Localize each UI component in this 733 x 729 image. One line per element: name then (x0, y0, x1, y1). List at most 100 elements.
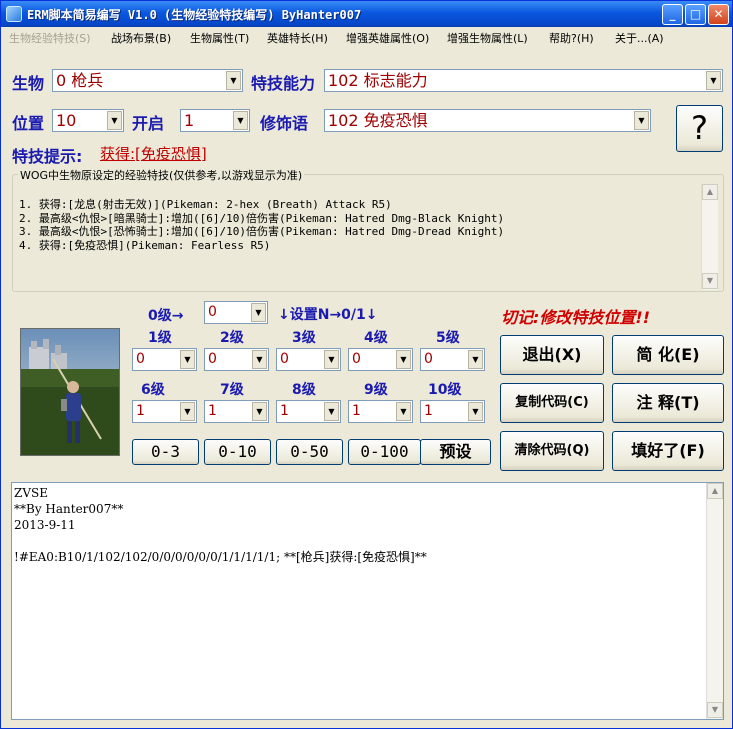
maximize-button[interactable]: □ (685, 4, 706, 25)
info-scrollbar[interactable]: ▲ ▼ (701, 184, 718, 290)
close-button[interactable]: ✕ (708, 4, 729, 25)
chevron-down-icon[interactable]: ▼ (252, 350, 267, 369)
level-label: 7级 (220, 382, 244, 398)
ability-select[interactable]: 102 标志能力 ▼ (324, 69, 723, 92)
enable-label: 开启 (132, 114, 165, 133)
info-line: 3. 最高级<仇恨>[恐怖骑士]:增加([6]/10)倍伤害(Pikeman: … (19, 225, 505, 238)
exit-button[interactable]: 退出(X) (500, 335, 604, 375)
level-select[interactable]: 0 ▼ (132, 348, 197, 371)
chevron-down-icon[interactable]: ▼ (468, 350, 483, 369)
chevron-down-icon[interactable]: ▼ (324, 350, 339, 369)
level-value: 1 (136, 403, 145, 419)
creature-value: 0 枪兵 (56, 71, 104, 90)
level-select[interactable]: 1 ▼ (420, 400, 485, 423)
chevron-down-icon[interactable]: ▼ (396, 402, 411, 421)
preset-0-50-button[interactable]: 0-50 (276, 439, 343, 465)
preset-default-button[interactable]: 预设 (420, 439, 491, 465)
level-select[interactable]: 0 ▼ (348, 348, 413, 371)
code-line: 2013-9-11 (14, 518, 76, 532)
menu-item-about[interactable]: 关于...(A) (615, 30, 664, 46)
menu-item-enhance-hero[interactable]: 增强英雄属性(O) (346, 30, 429, 46)
chevron-down-icon[interactable]: ▼ (324, 402, 339, 421)
app-window: ERM脚本简易编写 V1.0 (生物经验特技编写) ByHanter007 _ … (0, 0, 733, 729)
hint-label: 特技提示: (12, 147, 83, 166)
code-line: !#EA0:B10/1/102/102/0/0/0/0/0/0/1/1/1/1/… (14, 550, 427, 564)
level-label: 10级 (428, 382, 462, 398)
chevron-down-icon[interactable]: ▼ (252, 402, 267, 421)
title-bar[interactable]: ERM脚本简易编写 V1.0 (生物经验特技编写) ByHanter007 _ … (1, 1, 732, 27)
menu-item-battlefield[interactable]: 战场布景(B) (111, 30, 171, 46)
menu-item-hero-specialty[interactable]: 英雄特长(H) (267, 30, 328, 46)
level-select[interactable]: 1 ▼ (348, 400, 413, 423)
level-select[interactable]: 0 ▼ (420, 348, 485, 371)
creature-select[interactable]: 0 枪兵 ▼ (52, 69, 243, 92)
code-line: **By Hanter007** (14, 502, 124, 516)
done-button[interactable]: 填好了(F) (612, 431, 724, 471)
menu-item-enhance-creature[interactable]: 增强生物属性(L) (447, 30, 528, 46)
enable-select[interactable]: 1 ▼ (180, 109, 250, 132)
simplify-button[interactable]: 简 化(E) (612, 335, 724, 375)
menu-item-exp-skill[interactable]: 生物经验特技(S) (9, 30, 91, 46)
modifier-value: 102 免疫恐惧 (328, 111, 428, 130)
help-button[interactable]: ? (676, 105, 723, 152)
level-label: 1级 (148, 330, 172, 346)
minimize-button[interactable]: _ (662, 4, 683, 25)
warning-note: 切记:修改特技位置!! (501, 308, 650, 327)
chevron-down-icon[interactable]: ▼ (233, 111, 248, 130)
modifier-select[interactable]: 102 免疫恐惧 ▼ (324, 109, 651, 132)
level-label: 6级 (141, 382, 165, 398)
level-value: 0 (424, 351, 433, 367)
level0-value: 0 (208, 304, 217, 320)
chevron-down-icon[interactable]: ▼ (634, 111, 649, 130)
info-text[interactable]: 1. 获得:[龙息(射击无效)](Pikeman: 2-hex (Breath)… (16, 184, 718, 289)
chevron-down-icon[interactable]: ▼ (251, 303, 266, 322)
code-scrollbar[interactable]: ▲ ▼ (706, 483, 723, 719)
scroll-up-icon[interactable]: ▲ (707, 483, 723, 499)
copy-code-button[interactable]: 复制代码(C) (500, 383, 604, 423)
level-label: 9级 (364, 382, 388, 398)
chevron-down-icon[interactable]: ▼ (107, 111, 122, 130)
level0-select[interactable]: 0 ▼ (204, 301, 268, 324)
level-select[interactable]: 0 ▼ (204, 348, 269, 371)
scroll-down-icon[interactable]: ▼ (707, 702, 723, 718)
scroll-up-icon[interactable]: ▲ (702, 184, 718, 200)
menu-item-creature-attr[interactable]: 生物属性(T) (190, 30, 249, 46)
level-value: 0 (352, 351, 361, 367)
code-textarea[interactable]: ZVSE **By Hanter007** 2013-9-11 !#EA0:B1… (11, 482, 724, 720)
info-line: 2. 最高级<仇恨>[暗黑骑士]:增加([6]/10)倍伤害(Pikeman: … (19, 211, 505, 225)
level-select[interactable]: 1 ▼ (204, 400, 269, 423)
info-line: 4. 获得:[免疫恐惧](Pikeman: Fearless R5) (19, 238, 271, 252)
level-value: 0 (208, 351, 217, 367)
preset-0-100-button[interactable]: 0-100 (348, 439, 421, 465)
scroll-down-icon[interactable]: ▼ (702, 273, 718, 289)
level-label: 8级 (292, 382, 316, 398)
position-select[interactable]: 10 ▼ (52, 109, 124, 132)
level-label: 5级 (436, 330, 460, 346)
chevron-down-icon[interactable]: ▼ (226, 71, 241, 90)
set-note: ↓设置N→0/1↓ (278, 307, 378, 323)
comment-button[interactable]: 注 释(T) (612, 383, 724, 423)
level-select[interactable]: 1 ▼ (132, 400, 197, 423)
ability-label: 特技能力 (251, 74, 316, 93)
level-label: 2级 (220, 330, 244, 346)
preset-0-10-button[interactable]: 0-10 (204, 439, 271, 465)
menu-item-help[interactable]: 帮助?(H) (549, 30, 594, 46)
chevron-down-icon[interactable]: ▼ (706, 71, 721, 90)
level-value: 0 (136, 351, 145, 367)
app-icon (6, 6, 22, 22)
position-label: 位置 (12, 114, 45, 133)
chevron-down-icon[interactable]: ▼ (180, 350, 195, 369)
level-value: 1 (352, 403, 361, 419)
level-select[interactable]: 1 ▼ (276, 400, 341, 423)
level-value: 0 (280, 351, 289, 367)
clear-code-button[interactable]: 清除代码(Q) (500, 431, 604, 471)
chevron-down-icon[interactable]: ▼ (396, 350, 411, 369)
preset-0-3-button[interactable]: 0-3 (132, 439, 199, 465)
chevron-down-icon[interactable]: ▼ (468, 402, 483, 421)
level-value: 1 (208, 403, 217, 419)
menu-bar: 生物经验特技(S) 战场布景(B) 生物属性(T) 英雄特长(H) 增强英雄属性… (1, 27, 732, 47)
enable-value: 1 (184, 111, 195, 130)
level-select[interactable]: 0 ▼ (276, 348, 341, 371)
chevron-down-icon[interactable]: ▼ (180, 402, 195, 421)
